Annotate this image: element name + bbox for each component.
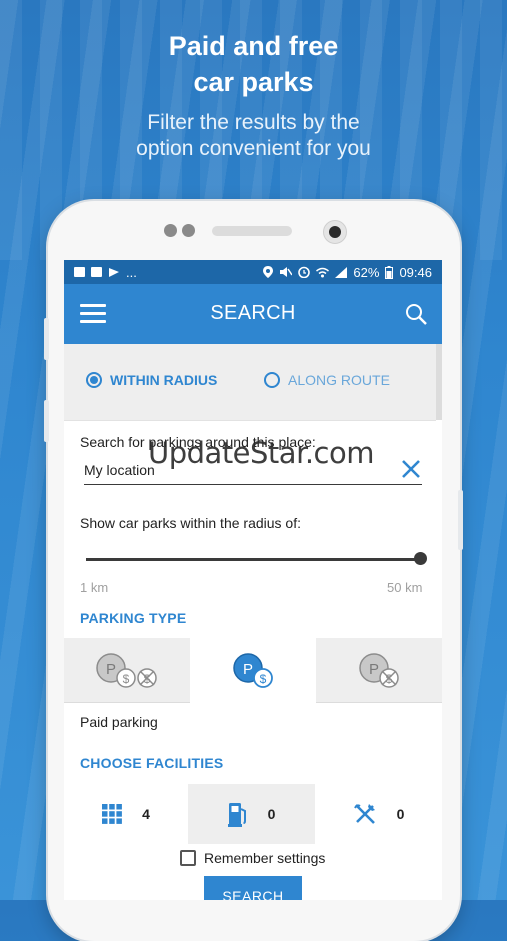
mute-icon xyxy=(280,267,293,277)
radius-max-label: 50 km xyxy=(387,580,423,595)
watermark-text: UpdateStar.com xyxy=(148,436,375,470)
remember-settings[interactable]: Remember settings xyxy=(180,850,325,866)
radius-min-label: 1 km xyxy=(80,580,109,595)
promo-headline: Paid and free car parks xyxy=(0,28,507,100)
search-icon[interactable] xyxy=(404,302,428,326)
volume-down-button xyxy=(44,400,49,442)
free-parking-icon: P $ xyxy=(359,653,399,688)
status-bar-right: 62% 09:46 xyxy=(263,265,432,280)
signal-icon xyxy=(335,266,348,278)
facility-restaurant-count: 0 xyxy=(396,806,405,822)
location-input-value: My location xyxy=(84,462,155,478)
app-screen: ... 62% 09:46 SEARCH WITHIN RADIUS ALONG… xyxy=(64,260,442,900)
svg-text:$: $ xyxy=(123,672,130,686)
radio-along-route[interactable]: ALONG ROUTE xyxy=(264,372,390,388)
svg-text:P: P xyxy=(243,661,253,678)
power-button xyxy=(458,490,463,550)
facility-grid-count: 4 xyxy=(142,806,150,822)
status-time: 09:46 xyxy=(399,264,432,280)
facility-restaurant[interactable]: 0 xyxy=(315,784,442,844)
fuel-pump-icon xyxy=(227,803,246,827)
parking-type-paid-and-free[interactable]: P $ $ xyxy=(64,638,190,702)
svg-text:P: P xyxy=(369,661,379,678)
radio-along-route-label: ALONG ROUTE xyxy=(288,372,390,388)
parking-type-title: PARKING TYPE xyxy=(80,610,187,626)
earpiece-speaker xyxy=(212,226,292,236)
alarm-icon xyxy=(298,266,311,278)
volume-up-button xyxy=(44,318,49,360)
remember-settings-label: Remember settings xyxy=(204,850,326,866)
grid-icon xyxy=(102,804,122,824)
parking-type-paid[interactable]: P $ xyxy=(190,638,316,702)
facility-fuel-count: 0 xyxy=(267,806,276,822)
parking-type-selected-label: Paid parking xyxy=(80,714,158,730)
status-more: ... xyxy=(126,264,137,280)
facility-grid[interactable]: 4 xyxy=(64,784,188,844)
facility-fuel[interactable]: 0 xyxy=(188,784,315,844)
promo-subline-line1: Filter the results by the xyxy=(147,111,360,134)
restaurant-icon xyxy=(353,804,375,824)
battery-icon xyxy=(385,265,394,279)
front-camera-icon xyxy=(323,220,347,244)
promo-headline-line2: car parks xyxy=(193,67,314,97)
promo-subline-line2: option convenient for you xyxy=(136,137,371,160)
promo-headline-line1: Paid and free xyxy=(168,31,339,61)
battery-percent: 62% xyxy=(353,264,380,280)
sensor-dot-icon xyxy=(182,224,195,237)
scrollbar[interactable] xyxy=(436,344,442,420)
paid-and-free-parking-icon: P $ $ xyxy=(96,653,157,688)
paid-parking-icon: P $ xyxy=(233,653,273,688)
location-icon xyxy=(263,266,274,278)
mail-icon xyxy=(91,267,102,277)
radius-label: Show car parks within the radius of: xyxy=(80,515,301,531)
remember-settings-checkbox[interactable] xyxy=(180,850,196,866)
svg-text:P: P xyxy=(106,661,116,678)
radio-within-radius-label: WITHIN RADIUS xyxy=(110,372,218,388)
app-bar: SEARCH xyxy=(64,284,442,344)
parking-type-free[interactable]: P $ xyxy=(316,638,442,702)
clear-icon[interactable] xyxy=(400,458,422,480)
radius-slider-thumb[interactable] xyxy=(414,552,427,565)
facilities-row: 4 0 0 xyxy=(64,784,442,844)
image-icon xyxy=(74,267,85,277)
flag-icon xyxy=(109,267,119,277)
promo-subline: Filter the results by the option conveni… xyxy=(0,110,507,162)
radio-within-radius[interactable]: WITHIN RADIUS xyxy=(86,372,217,388)
radio-button[interactable] xyxy=(86,372,102,388)
search-button[interactable]: SEARCH xyxy=(204,876,302,900)
radio-button[interactable] xyxy=(264,372,280,388)
radius-slider-track[interactable] xyxy=(86,558,420,561)
status-bar-left: ... xyxy=(74,265,137,280)
search-mode-selector: WITHIN RADIUS ALONG ROUTE xyxy=(64,344,436,421)
sensor-dot-icon xyxy=(164,224,177,237)
facilities-title: CHOOSE FACILITIES xyxy=(80,755,224,771)
app-bar-title: SEARCH xyxy=(210,302,296,324)
svg-text:$: $ xyxy=(260,672,267,686)
wifi-icon xyxy=(316,267,330,277)
status-bar: ... 62% 09:46 xyxy=(64,260,442,284)
